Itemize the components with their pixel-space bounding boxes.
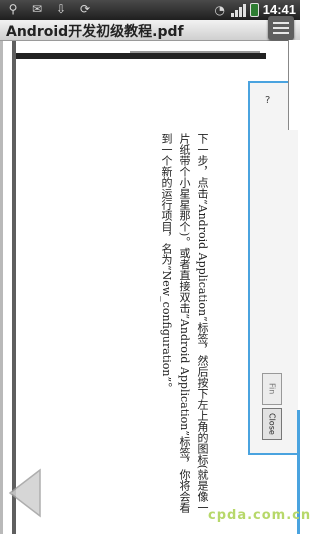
clock: 14:41	[262, 2, 296, 17]
close-button-image: Close	[262, 408, 282, 440]
battery-icon	[249, 2, 259, 17]
document-title: Android开发初级教程.pdf	[6, 24, 184, 40]
previous-page-button[interactable]	[6, 468, 42, 518]
notification-icon: ✉	[31, 2, 43, 16]
embedded-dialog-edge	[288, 40, 301, 130]
sync-icon: ⟳	[79, 2, 91, 16]
embedded-dialog-screenshot: ? Fin Close	[248, 81, 298, 455]
menu-button[interactable]	[268, 16, 294, 40]
pdf-page-view[interactable]: 下一步，点击“Android Application”标签，然后按下左上角的图标…	[0, 41, 300, 534]
status-bar: ⚲ ✉ ⇩ ⟳ ◔ 14:41	[0, 0, 300, 20]
cut-text-line	[130, 51, 260, 53]
title-bar: Android开发初级教程.pdf	[0, 16, 300, 41]
help-icon: ?	[265, 95, 271, 106]
cut-text-line	[16, 53, 266, 59]
status-indicators: ◔ 14:41	[213, 2, 297, 17]
notification-icons: ⚲ ✉ ⇩ ⟳	[6, 2, 92, 16]
page-gutter	[0, 41, 3, 534]
left-arrow-icon	[8, 468, 41, 518]
finish-button-image: Fin	[262, 373, 282, 405]
wifi-icon: ◔	[214, 2, 225, 17]
paragraph: 下一步，点击“Android Application”标签，然后按下左上角的图标…	[160, 133, 209, 513]
page-text: 下一步，点击“Android Application”标签，然后按下左上角的图标…	[157, 133, 211, 523]
page-edge	[12, 41, 16, 534]
download-icon: ⇩	[55, 2, 67, 16]
watermark: cpda.com.cn	[208, 508, 312, 523]
usb-icon: ⚲	[8, 2, 18, 16]
signal-icon	[230, 3, 246, 17]
